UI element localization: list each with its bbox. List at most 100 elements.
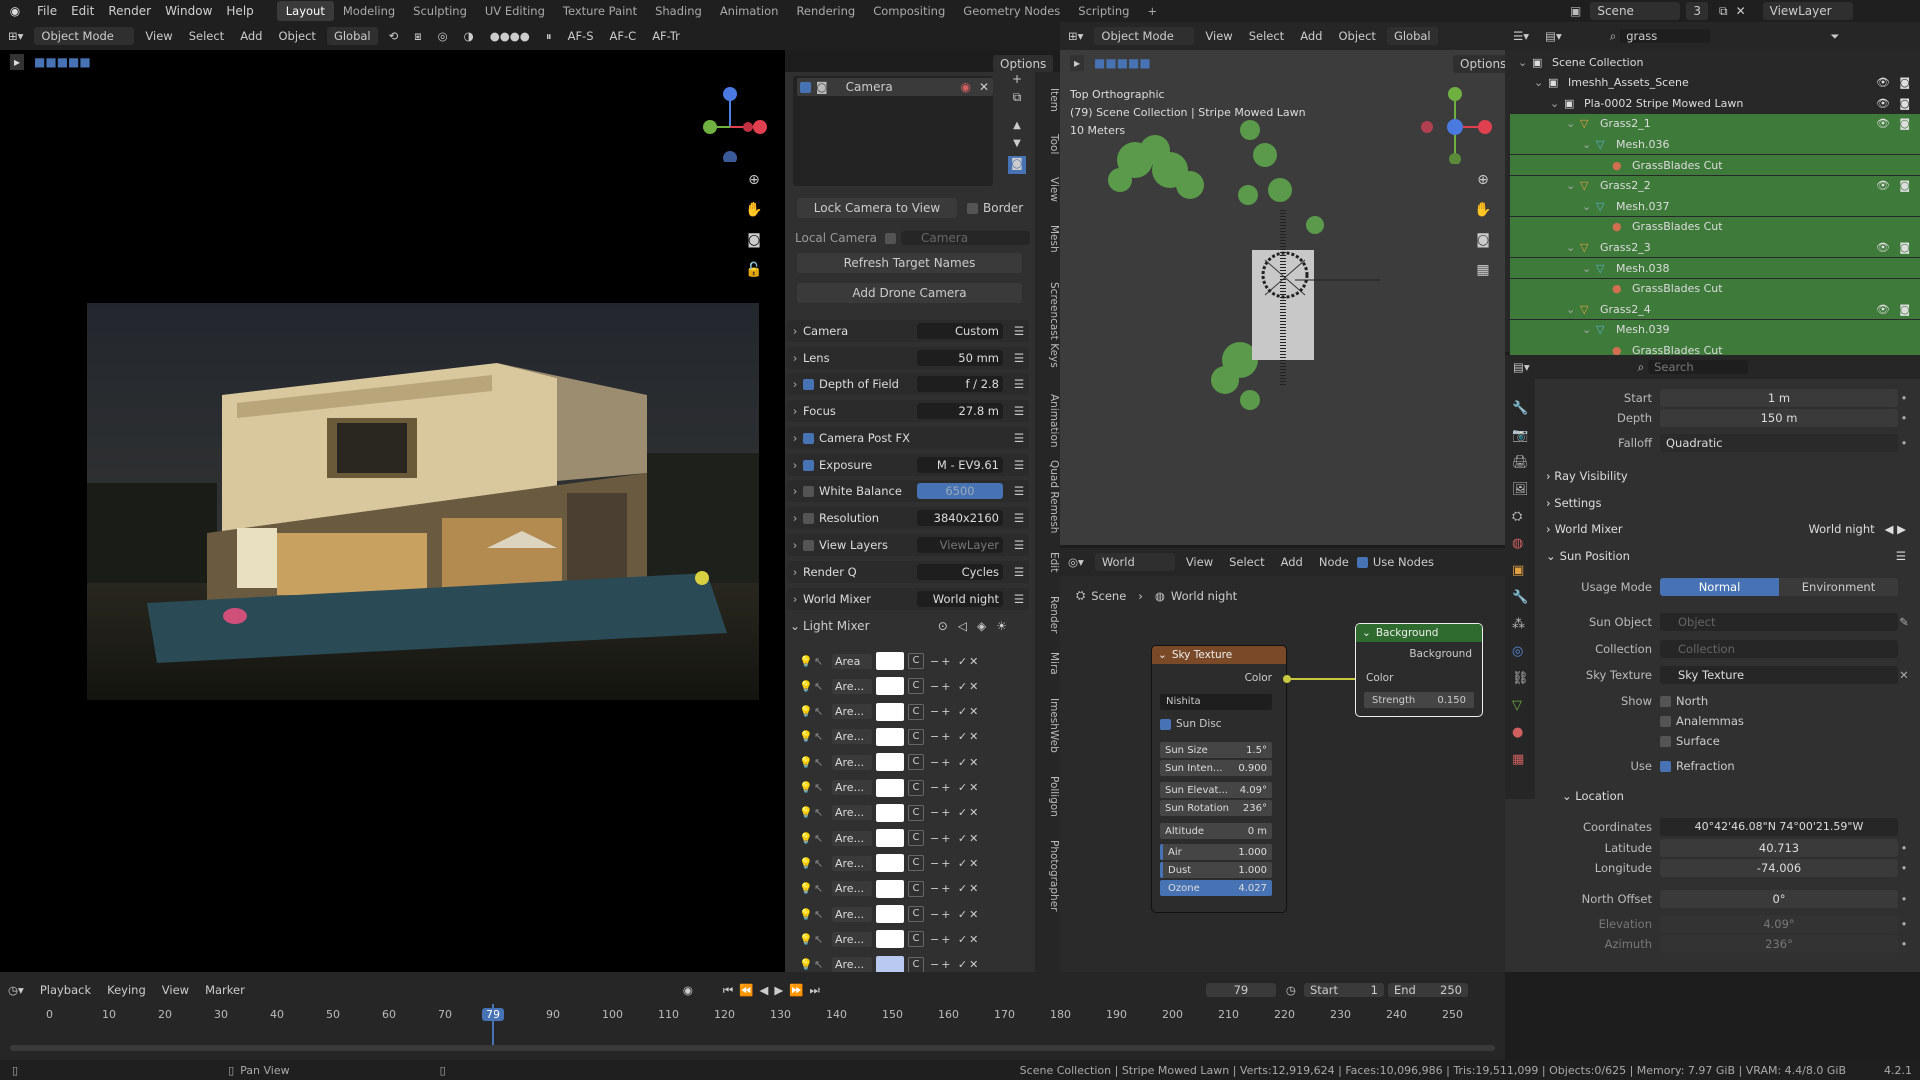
light-pointer-icon[interactable]: ↖ bbox=[814, 857, 828, 870]
blender-logo-icon[interactable]: ◉ bbox=[0, 4, 30, 18]
navigation-gizmo-2[interactable] bbox=[1415, 84, 1495, 164]
light-row[interactable]: 💡 ↖ Are... C −+ ✓✕ bbox=[798, 929, 1022, 949]
light-row[interactable]: 💡 ↖ Are... C −+ ✓✕ bbox=[798, 752, 1022, 772]
start-frame-field[interactable]: Start 1 bbox=[1303, 983, 1384, 997]
world-mixer-panel[interactable]: › World Mixer World night ◀ ▶ bbox=[1546, 522, 1906, 536]
outliner-item[interactable]: ⌄ ▽ Mesh.039 bbox=[1510, 319, 1920, 340]
expand-icon[interactable]: ⌄ bbox=[1566, 303, 1580, 316]
light-name[interactable]: Are... bbox=[832, 678, 872, 694]
playhead[interactable] bbox=[492, 1004, 494, 1050]
visibility-eye-icon[interactable]: 👁 bbox=[1876, 76, 1890, 89]
use-nodes-checkbox[interactable] bbox=[1356, 556, 1368, 568]
clear-icon[interactable]: ✕ bbox=[1898, 668, 1910, 682]
light-adjust-icons[interactable]: −+ ✓✕ bbox=[930, 933, 980, 946]
longitude-field[interactable]: -74.006 bbox=[1660, 859, 1898, 877]
sky-field[interactable]: Dust 1.000 bbox=[1160, 862, 1272, 878]
sky-field[interactable]: Ozone 4.027 bbox=[1160, 880, 1272, 896]
light-name[interactable]: Are... bbox=[832, 729, 872, 745]
camera-row-6[interactable]: › White Balance 6500 ☰ bbox=[787, 480, 1029, 502]
outliner-item[interactable]: ● GrassBlades Cut bbox=[1510, 278, 1920, 299]
camera-enable-checkbox[interactable] bbox=[800, 81, 811, 93]
light-pointer-icon[interactable]: ↖ bbox=[814, 806, 828, 819]
light-adjust-icons[interactable]: −+ ✓✕ bbox=[930, 756, 980, 769]
light-name[interactable]: Are... bbox=[832, 931, 872, 947]
menu-view[interactable]: View bbox=[137, 29, 180, 43]
visibility-eye-icon[interactable]: 👁 bbox=[1876, 117, 1890, 130]
row-checkbox[interactable] bbox=[803, 485, 814, 497]
light-color-swatch[interactable] bbox=[876, 879, 904, 898]
preset-list-icon[interactable]: ☰ bbox=[1009, 538, 1029, 552]
light-adjust-icons[interactable]: −+ ✓✕ bbox=[930, 857, 980, 870]
keyframe-dot[interactable]: • bbox=[1898, 841, 1910, 855]
sidebar-tab-mira[interactable]: Mira bbox=[1038, 652, 1060, 675]
tab-geometry-nodes[interactable]: Geometry Nodes bbox=[954, 1, 1069, 21]
refresh-target-names-button[interactable]: Refresh Target Names bbox=[797, 253, 1022, 273]
timeline-view-menu[interactable]: View bbox=[154, 983, 197, 997]
af-s-button[interactable]: AF-S bbox=[560, 29, 602, 43]
light-color-swatch[interactable] bbox=[876, 778, 904, 797]
expand-icon[interactable]: ⌄ bbox=[1566, 117, 1580, 130]
tab-compositing[interactable]: Compositing bbox=[864, 1, 954, 21]
particles-tab-icon[interactable]: ⁂ bbox=[1512, 611, 1532, 638]
keying-menu[interactable]: Keying bbox=[99, 983, 154, 997]
mode-selector[interactable]: Object Mode bbox=[34, 27, 135, 45]
breadcrumb-world[interactable]: World night bbox=[1171, 589, 1237, 603]
local-camera-field[interactable]: Camera bbox=[901, 231, 1030, 245]
editor-type-icon[interactable]: ⊞▾ bbox=[1060, 29, 1091, 43]
ray-visibility-panel[interactable]: › Ray Visibility bbox=[1546, 469, 1628, 483]
menu-add-2[interactable]: Add bbox=[1292, 29, 1330, 43]
expand-icon[interactable]: ⌄ bbox=[1582, 138, 1596, 151]
preset-list-icon[interactable]: ☰ bbox=[1009, 431, 1029, 445]
light-row[interactable]: 💡 ↖ Are... C −+ ✓✕ bbox=[798, 676, 1022, 696]
light-pointer-icon[interactable]: ↖ bbox=[814, 730, 828, 743]
menu-object-2[interactable]: Object bbox=[1330, 29, 1383, 43]
af-tr-button[interactable]: AF-Tr bbox=[644, 29, 688, 43]
light-mixer-label[interactable]: Light Mixer bbox=[803, 619, 938, 633]
expand-icon[interactable]: ⌄ bbox=[1518, 56, 1532, 69]
keyframe-dot[interactable]: • bbox=[1898, 861, 1910, 875]
outliner-item[interactable]: ⌄ ▣ Pla-0002 Stripe Mowed Lawn 👁 ◙ bbox=[1510, 93, 1920, 113]
preset-list-icon[interactable]: ☰ bbox=[1009, 324, 1029, 338]
visibility-eye-icon[interactable]: 👁 bbox=[1876, 97, 1890, 110]
local-camera-checkbox[interactable] bbox=[885, 232, 896, 244]
tab-animation[interactable]: Animation bbox=[711, 1, 788, 21]
light-row[interactable]: 💡 ↖ Are... C −+ ✓✕ bbox=[798, 727, 1022, 747]
chevron-right-icon[interactable]: › bbox=[787, 351, 803, 365]
add-drone-camera-button[interactable]: Add Drone Camera bbox=[797, 283, 1022, 303]
row-value[interactable]: 3840x2160 bbox=[917, 510, 1003, 526]
sidebar-tab-item[interactable]: Item bbox=[1038, 88, 1060, 112]
lock-camera-button[interactable]: Lock Camera to View bbox=[797, 198, 957, 218]
visibility-eye-icon[interactable]: 👁 bbox=[1876, 303, 1890, 316]
outliner-item[interactable]: ⌄ ▽ Mesh.037 bbox=[1510, 196, 1920, 217]
display-mode-icon[interactable]: ▤▾ bbox=[1537, 29, 1570, 43]
light-name[interactable]: Are... bbox=[832, 704, 872, 720]
outliner-item[interactable]: ⌄ ▽ Grass2_2 👁 ◙ bbox=[1510, 175, 1920, 196]
preset-list-icon[interactable]: ☰ bbox=[1009, 565, 1029, 579]
expand-icon[interactable]: ⌄ bbox=[1582, 200, 1596, 213]
outliner-item[interactable]: ⌄ ▣ Imeshh_Assets_Scene 👁 ◙ bbox=[1510, 73, 1920, 93]
camera-row-8[interactable]: › View Layers ViewLayer ☰ bbox=[787, 534, 1029, 556]
keyframe-dot[interactable]: • bbox=[1898, 937, 1910, 951]
preset-list-icon[interactable]: ☰ bbox=[1009, 458, 1029, 472]
light-c-button[interactable]: C bbox=[908, 703, 924, 720]
light-adjust-icons[interactable]: −+ ✓✕ bbox=[930, 730, 980, 743]
light-color-swatch[interactable] bbox=[876, 702, 904, 721]
light-color-swatch[interactable] bbox=[876, 955, 904, 974]
orientation-selector-2[interactable]: Global bbox=[1386, 27, 1438, 45]
row-value[interactable]: World night bbox=[917, 591, 1003, 607]
light-name[interactable]: Are... bbox=[832, 957, 872, 973]
list-icon[interactable]: ☰ bbox=[1896, 549, 1906, 563]
sidebar-tab-view[interactable]: View bbox=[1038, 177, 1060, 202]
keyframe-dot[interactable]: • bbox=[1898, 917, 1910, 931]
add-icon[interactable]: + bbox=[1008, 72, 1026, 90]
end-frame-field[interactable]: End 250 bbox=[1387, 983, 1468, 997]
light-color-swatch[interactable] bbox=[876, 930, 904, 949]
tab-shading[interactable]: Shading bbox=[646, 1, 711, 21]
chevron-right-icon[interactable]: › bbox=[787, 511, 803, 525]
light-c-button[interactable]: C bbox=[908, 653, 924, 669]
light-color-swatch[interactable] bbox=[876, 905, 904, 923]
menu-view-2[interactable]: View bbox=[1197, 29, 1240, 43]
light-row[interactable]: 💡 ↖ Are... C −+ ✓✕ bbox=[798, 778, 1022, 798]
node-menu-node[interactable]: Node bbox=[1311, 555, 1357, 569]
node-menu-view[interactable]: View bbox=[1178, 555, 1221, 569]
